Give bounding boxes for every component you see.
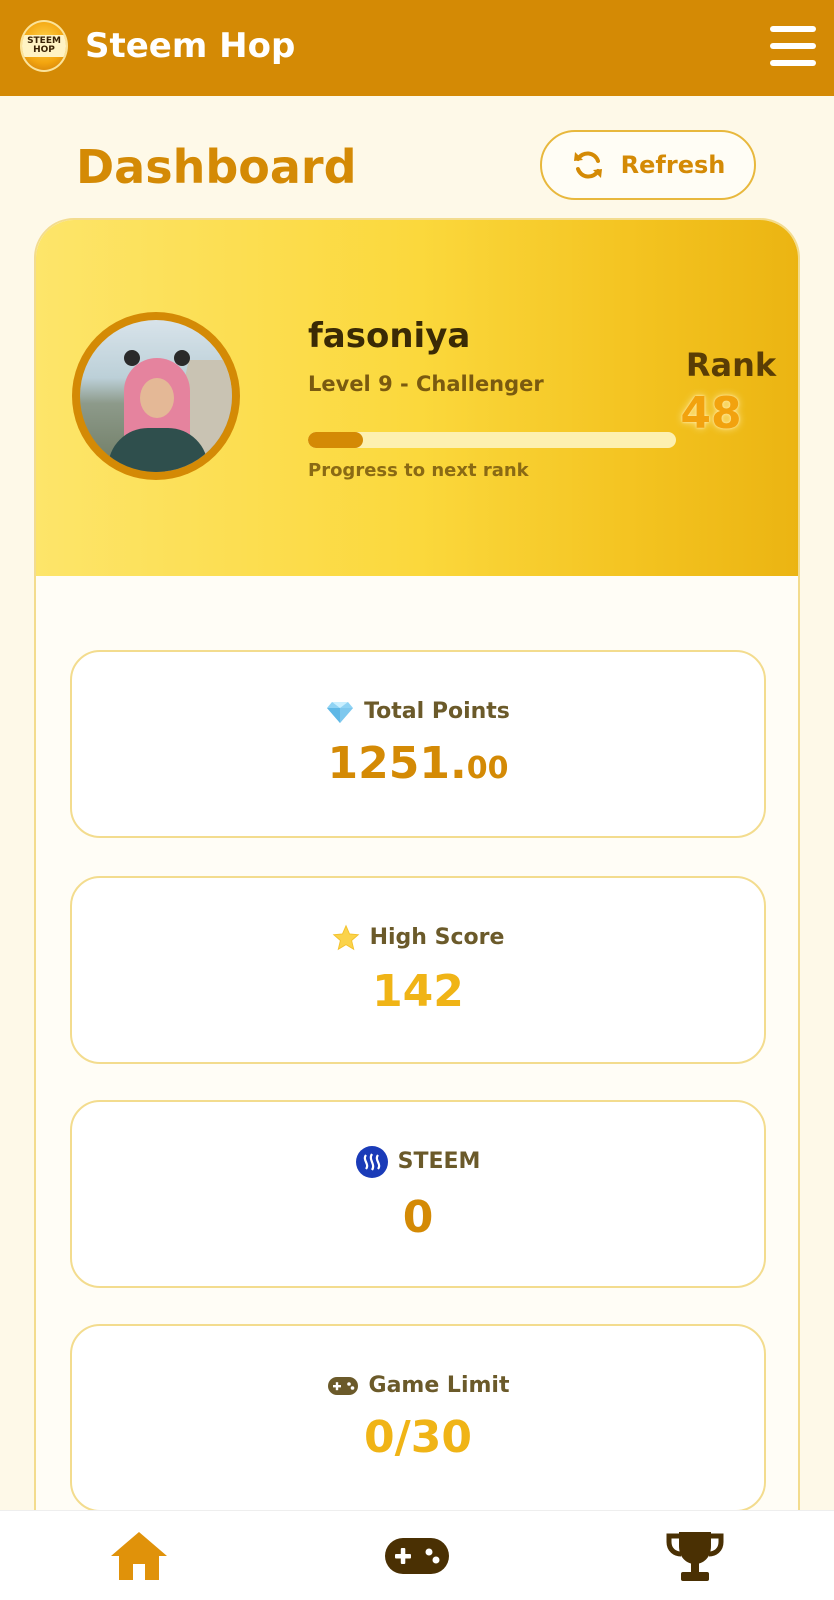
refresh-icon (573, 151, 602, 179)
stat-card-high-score: High Score 142 (70, 876, 766, 1064)
stat-label: STEEM (397, 1149, 481, 1174)
stat-value: 142 (372, 965, 464, 1017)
bottom-nav (0, 1510, 834, 1600)
trophy-icon (666, 1532, 724, 1581)
refresh-label: Refresh (620, 151, 726, 179)
stat-value-integer: 1251. (327, 738, 467, 789)
hamburger-menu-icon[interactable] (770, 24, 816, 68)
stat-value: 0 (402, 1191, 434, 1243)
photo-face (140, 378, 174, 418)
star-icon (332, 924, 359, 950)
stat-card-total-points: Total Points 1251.00 (70, 650, 766, 838)
app-logo[interactable]: STEEM HOP (20, 20, 68, 72)
nav-game[interactable] (372, 1525, 462, 1587)
logo-text: STEEM HOP (22, 35, 66, 57)
stat-value: 1251.00 (328, 738, 509, 789)
progress-label: Progress to next rank (308, 460, 529, 481)
nav-home[interactable] (94, 1525, 184, 1587)
top-bar: STEEM HOP Steem Hop (0, 0, 834, 96)
stat-value: 0/30 (364, 1412, 472, 1463)
dashboard-card: fasoniya Level 9 - Challenger Progress t… (34, 218, 800, 1598)
rank-progress-bar (308, 432, 676, 448)
stat-value-decimal: 00 (466, 751, 509, 786)
stat-card-steem: STEEM 0 (70, 1100, 766, 1288)
nav-leaderboard[interactable] (650, 1525, 740, 1587)
avatar-photo (80, 320, 232, 472)
profile-banner: fasoniya Level 9 - Challenger Progress t… (36, 220, 798, 576)
stat-card-game-limit: Game Limit 0/30 (70, 1324, 766, 1512)
stat-label: Game Limit (368, 1373, 510, 1398)
stat-label: High Score (369, 925, 505, 950)
app-title: Steem Hop (85, 26, 296, 66)
avatar[interactable] (72, 312, 240, 480)
menu-line (770, 43, 816, 49)
home-icon (111, 1532, 167, 1580)
menu-line (770, 60, 816, 66)
gamepad-icon (327, 1376, 358, 1395)
gem-icon (327, 701, 354, 723)
rank-progress-fill (308, 432, 364, 448)
level-text: Level 9 - Challenger (308, 372, 544, 396)
page-title: Dashboard (76, 140, 357, 194)
refresh-button[interactable]: Refresh (540, 130, 756, 200)
rank-value: 48 (680, 388, 742, 439)
rank-label: Rank (685, 346, 777, 384)
stat-label: Total Points (364, 699, 510, 724)
username: fasoniya (308, 316, 471, 356)
gamepad-icon (385, 1538, 449, 1574)
steem-icon (355, 1145, 388, 1178)
menu-line (770, 26, 816, 32)
app-root: STEEM HOP Steem Hop Dashboard Refresh fa… (0, 0, 834, 1600)
